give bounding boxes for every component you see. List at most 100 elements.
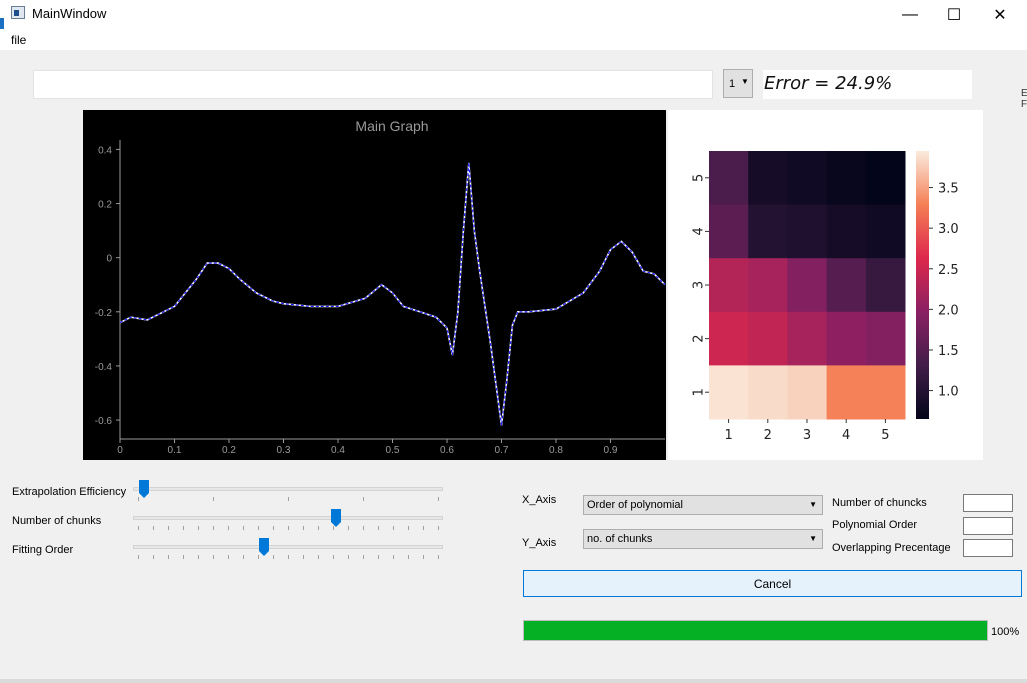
slider-tick — [288, 555, 289, 559]
order-combo[interactable]: 1 ▼ — [723, 69, 753, 98]
colorbar-tick-label: 1.0 — [938, 385, 959, 400]
slider-tick — [303, 526, 304, 530]
chevron-down-icon: ▼ — [809, 500, 817, 509]
heatmap-cell — [709, 311, 749, 366]
slider-tick — [423, 555, 424, 559]
slider-tick — [363, 526, 364, 530]
chevron-down-icon: ▼ — [741, 77, 749, 86]
slider-tick — [393, 526, 394, 530]
x-tick-label: 0.5 — [386, 445, 400, 456]
x-tick-label: 0.1 — [168, 445, 182, 456]
colorbar-tick-label: 2.0 — [938, 303, 959, 318]
chunks-field[interactable] — [963, 494, 1013, 512]
heatmap-cell — [865, 151, 906, 206]
overlap-field[interactable] — [963, 539, 1013, 557]
chevron-down-icon: ▼ — [809, 534, 817, 543]
slider-tick — [213, 497, 214, 501]
slider-tick — [303, 555, 304, 559]
slider-tick — [153, 526, 154, 530]
x-tick-label: 0.3 — [277, 445, 291, 456]
slider-tick — [213, 526, 214, 530]
heatmap-cell — [748, 365, 788, 420]
slider-tick — [243, 526, 244, 530]
slider-tick — [288, 526, 289, 530]
progress-fill — [524, 621, 987, 640]
heatmap-y-label: 2 — [692, 334, 707, 342]
heatmap-cell — [826, 258, 867, 313]
slider-handle[interactable] — [259, 538, 269, 556]
slider-tick — [438, 497, 439, 501]
slider-label-chunks: Number of chunks — [12, 515, 102, 527]
slider-tick — [138, 526, 139, 530]
heatmap-cell — [709, 258, 749, 313]
y-axis-label: Y_Axis — [522, 537, 557, 549]
heatmap-x-label: 5 — [881, 428, 889, 443]
x-axis-label: X_Axis — [522, 494, 557, 506]
heatmap-cell — [826, 204, 867, 259]
y-axis-combo[interactable]: no. of chunks ▼ — [583, 529, 823, 549]
heatmap-y-label: 1 — [692, 388, 707, 396]
colorbar-tick-label: 2.5 — [938, 263, 959, 278]
heatmap-x-label: 1 — [724, 428, 732, 443]
slider-tick — [318, 526, 319, 530]
chart-title: Main Graph — [355, 118, 428, 134]
series-line — [119, 162, 666, 426]
heatmap-cell — [865, 365, 906, 420]
heatmap-x-label: 2 — [764, 428, 772, 443]
x-tick-label: 0.7 — [495, 445, 509, 456]
slider-tick — [213, 555, 214, 559]
maximize-button[interactable]: ☐ — [931, 0, 977, 29]
colorbar-tick-label: 1.5 — [938, 344, 959, 359]
slider-handle[interactable] — [331, 509, 341, 527]
slider-tick — [363, 555, 364, 559]
slider-tick — [408, 526, 409, 530]
y-tick-label: -0.2 — [95, 308, 113, 319]
heatmap-cell — [787, 311, 828, 366]
slider-track[interactable] — [133, 487, 443, 491]
heatmap-cell — [865, 311, 906, 366]
edge-text-1: E — [1021, 88, 1027, 99]
slider-tick — [228, 526, 229, 530]
x-tick-label: 0.9 — [604, 445, 618, 456]
heatmap-cell — [709, 365, 749, 420]
top-input[interactable] — [33, 70, 713, 99]
y-tick-label: 0 — [106, 254, 112, 265]
window-title: MainWindow — [32, 6, 107, 21]
slider-tick — [438, 526, 439, 530]
y-tick-label: -0.6 — [95, 416, 113, 427]
heatmap-cell — [787, 365, 828, 420]
heatmap-y-label: 4 — [692, 227, 707, 235]
error-text: Error = 24.9% — [764, 73, 893, 94]
edge-text-2: F — [1021, 99, 1027, 110]
minimize-button[interactable]: — — [887, 0, 933, 29]
slider-tick — [333, 555, 334, 559]
heatmap-cell — [748, 311, 788, 366]
slider-handle[interactable] — [139, 480, 149, 498]
slider-tick — [168, 555, 169, 559]
x-tick-label: 0.2 — [222, 445, 236, 456]
slider-label-extrapolation: Extrapolation Efficiency — [12, 486, 127, 498]
slider-tick — [348, 555, 349, 559]
x-axis-combo[interactable]: Order of polynomial ▼ — [583, 495, 823, 515]
heatmap-cell — [787, 204, 828, 259]
slider-tick — [183, 555, 184, 559]
slider-tick — [138, 555, 139, 559]
slider-tick — [168, 526, 169, 530]
slider-tick — [408, 555, 409, 559]
heatmap-cell — [787, 258, 828, 313]
slider-tick — [378, 555, 379, 559]
colorbar-tick-label: 3.0 — [938, 222, 959, 237]
close-button[interactable]: ✕ — [977, 0, 1023, 29]
x-axis-value: Order of polynomial — [587, 499, 683, 511]
poly-order-field[interactable] — [963, 517, 1013, 535]
slider-handle-shape — [259, 538, 269, 556]
app-icon — [11, 6, 25, 19]
menu-file[interactable]: file — [11, 33, 26, 47]
slider-track[interactable] — [133, 545, 443, 549]
slider-track[interactable] — [133, 516, 443, 520]
slider-tick — [243, 555, 244, 559]
x-tick-label: 0.4 — [331, 445, 345, 456]
slider-tick — [348, 526, 349, 530]
heatmap-cell — [709, 204, 749, 259]
cancel-button[interactable]: Cancel — [523, 570, 1022, 597]
